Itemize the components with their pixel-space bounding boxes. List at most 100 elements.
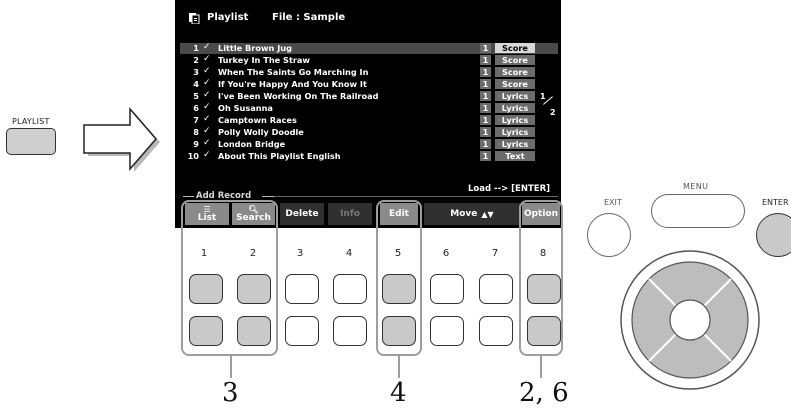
highlight-button-8	[519, 200, 563, 356]
info-button[interactable]: Info	[328, 203, 372, 225]
leader-line	[540, 356, 542, 378]
record-row[interactable]: 10 ✓ About This Playlist English 1 Text	[180, 150, 558, 162]
leader-line	[398, 356, 400, 378]
record-name: Little Brown Jug	[218, 43, 292, 53]
record-type: Lyrics	[495, 115, 535, 125]
callout-2-6: 2, 6	[519, 378, 569, 408]
record-number: 7	[193, 115, 199, 125]
record-number: 9	[193, 139, 199, 149]
record-row[interactable]: 2 ✓ Turkey In The Straw 1 Score	[180, 54, 558, 66]
record-count: 1	[480, 91, 491, 101]
record-count: 1	[480, 79, 491, 89]
record-count: 1	[480, 127, 491, 137]
record-number: 5	[193, 91, 199, 101]
record-row[interactable]: 9 ✓ London Bridge 1 Lyrics	[180, 138, 558, 150]
button-6-lower[interactable]	[430, 316, 464, 346]
up-down-arrow-icon: ▲▼	[481, 209, 494, 219]
record-number: 2	[193, 55, 199, 65]
button-number: 7	[491, 248, 499, 259]
record-type: Lyrics	[495, 91, 535, 101]
record-name: Polly Wolly Doodle	[218, 127, 304, 137]
check-icon: ✓	[203, 138, 211, 148]
record-name: About This Playlist English	[218, 151, 341, 161]
record-type: Lyrics	[495, 139, 535, 149]
record-row[interactable]: 7 ✓ Camptown Races 1 Lyrics	[180, 114, 558, 126]
record-row[interactable]: 8 ✓ Polly Wolly Doodle 1 Lyrics	[180, 126, 558, 138]
dpad-up-button[interactable]	[660, 258, 720, 288]
record-count: 1	[480, 55, 491, 65]
record-type: Lyrics	[495, 127, 535, 137]
record-name: Oh Susanna	[218, 103, 273, 113]
record-row[interactable]: 5 ✓ I've Been Working On The Railroad 1 …	[180, 90, 558, 102]
button-7-lower[interactable]	[479, 316, 513, 346]
record-name: I've Been Working On The Railroad	[218, 91, 379, 101]
record-row[interactable]: 3 ✓ When The Saints Go Marching In 1 Sco…	[180, 66, 558, 78]
record-count: 1	[480, 151, 491, 161]
record-number: 8	[193, 127, 199, 137]
screen-title: Playlist	[207, 12, 249, 23]
load-hint: Load --> [ENTER]	[468, 184, 551, 194]
record-number: 6	[193, 103, 199, 113]
move-button[interactable]: Move ▲▼	[424, 203, 520, 225]
record-count: 1	[480, 115, 491, 125]
record-count: 1	[480, 67, 491, 77]
record-name: If You're Happy And You Know It	[218, 79, 367, 89]
button-7-upper[interactable]	[479, 274, 513, 304]
leader-line	[230, 356, 232, 378]
button-6-upper[interactable]	[430, 274, 464, 304]
record-type: Score	[495, 67, 535, 77]
button-3-upper[interactable]	[285, 274, 319, 304]
check-icon: ✓	[203, 66, 211, 76]
record-type: Score	[495, 55, 535, 65]
record-count: 1	[480, 43, 491, 53]
playlist-button[interactable]	[6, 128, 56, 155]
file-name: File : Sample	[272, 12, 346, 23]
dpad-left-button[interactable]	[630, 290, 660, 350]
playlist-label: PLAYLIST	[12, 117, 50, 126]
check-icon: ✓	[203, 150, 211, 160]
button-4-lower[interactable]	[333, 316, 367, 346]
record-type: Lyrics	[495, 103, 535, 113]
dpad-center-button[interactable]	[670, 300, 710, 340]
record-number: 10	[187, 151, 199, 161]
check-icon: ✓	[203, 54, 211, 64]
divider	[183, 196, 194, 197]
button-4-upper[interactable]	[333, 274, 367, 304]
delete-button[interactable]: Delete	[280, 203, 324, 225]
check-icon: ✓	[203, 90, 211, 100]
button-number: 6	[442, 248, 450, 259]
record-count: 1	[480, 139, 491, 149]
callout-4: 4	[390, 378, 407, 408]
record-name: When The Saints Go Marching In	[218, 67, 369, 77]
record-number: 1	[193, 43, 199, 53]
record-name: London Bridge	[218, 139, 286, 149]
divider	[262, 196, 274, 197]
record-row[interactable]: 6 ✓ Oh Susanna 1 Lyrics	[180, 102, 558, 114]
check-icon: ✓	[203, 78, 211, 88]
record-type: Text	[495, 151, 535, 161]
record-row[interactable]: 4 ✓ If You're Happy And You Know It 1 Sc…	[180, 78, 558, 90]
record-name: Camptown Races	[218, 115, 297, 125]
record-number: 4	[193, 79, 199, 89]
check-icon: ✓	[203, 126, 211, 136]
button-3-lower[interactable]	[285, 316, 319, 346]
highlight-button-5	[376, 200, 422, 356]
playlist-icon	[189, 13, 200, 24]
page-current: 1	[540, 92, 546, 101]
screen-title-bar: Playlist File : Sample	[175, 8, 561, 30]
enter-button[interactable]	[756, 213, 791, 257]
button-number: 3	[296, 248, 304, 259]
move-button-label: Move	[450, 209, 478, 219]
menu-label: MENU	[683, 182, 709, 191]
dpad-down-button[interactable]	[660, 352, 720, 382]
record-row[interactable]: 1 ✓ Little Brown Jug 1 Score	[180, 42, 558, 54]
record-number: 3	[193, 67, 199, 77]
menu-button[interactable]	[651, 194, 745, 228]
exit-label: EXIT	[604, 198, 622, 207]
check-icon: ✓	[203, 114, 211, 124]
page-total: 2	[550, 108, 556, 117]
highlight-buttons-1-2	[181, 200, 278, 356]
dpad-right-button[interactable]	[722, 290, 752, 350]
callout-3: 3	[222, 378, 239, 408]
right-arrow-icon	[83, 107, 160, 171]
